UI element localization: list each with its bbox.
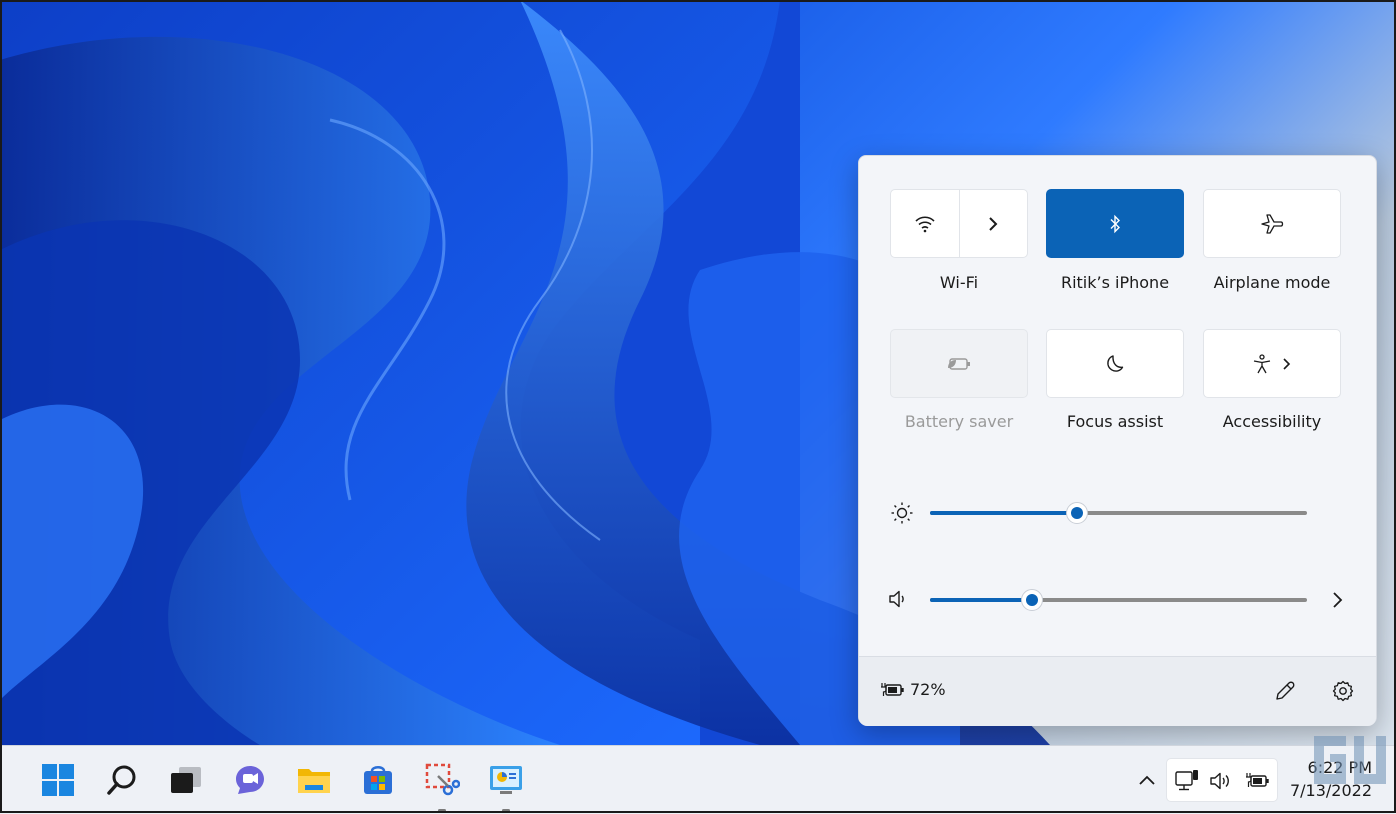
chevron-right-icon — [989, 216, 998, 231]
focus-assist-tile[interactable] — [1046, 329, 1184, 398]
wifi-icon — [915, 215, 935, 232]
search-button[interactable] — [102, 760, 142, 800]
battery-saver-tile[interactable] — [890, 329, 1028, 398]
snipping-tool-button[interactable] — [422, 760, 462, 812]
volume-slider-fill — [930, 598, 1032, 602]
moon-icon — [1107, 354, 1124, 372]
teams-chat-icon — [236, 766, 264, 794]
store-icon — [364, 766, 392, 794]
control-panel-button[interactable] — [486, 760, 526, 812]
tray-quick-settings-button[interactable] — [1166, 758, 1278, 802]
accessibility-icon — [1253, 353, 1271, 373]
brightness-icon — [891, 502, 913, 524]
accessibility-label: Accessibility — [1222, 412, 1322, 431]
wifi-tile[interactable] — [890, 189, 1028, 258]
chat-button[interactable] — [230, 760, 270, 800]
task-view-icon — [171, 767, 201, 793]
snipping-tool-icon — [425, 763, 460, 796]
store-button[interactable] — [358, 760, 398, 800]
volume-slider-thumb[interactable] — [1021, 589, 1043, 611]
task-view-button[interactable] — [166, 760, 206, 800]
taskbar: 6:22 PM 7/13/2022 — [0, 745, 1396, 814]
file-explorer-icon — [298, 769, 330, 793]
wifi-label: Wi-Fi — [939, 273, 979, 292]
chevron-right-icon — [1283, 357, 1291, 370]
running-indicator — [438, 809, 446, 812]
quick-settings-panel: Wi-Fi Ritik’s iPhone Airplane mode Batte… — [858, 155, 1377, 726]
speaker-icon — [1210, 772, 1229, 790]
file-explorer-button[interactable] — [294, 760, 334, 800]
brightness-slider-thumb[interactable] — [1066, 502, 1088, 524]
bluetooth-tile[interactable] — [1046, 189, 1184, 258]
airplane-mode-tile[interactable] — [1203, 189, 1341, 258]
bluetooth-label: Ritik’s iPhone — [1060, 273, 1170, 292]
start-icon — [42, 764, 74, 796]
brightness-slider-fill — [930, 511, 1077, 515]
wifi-toggle[interactable] — [891, 190, 959, 257]
focus-assist-label: Focus assist — [1066, 412, 1164, 431]
battery-saver-label: Battery saver — [904, 412, 1014, 431]
settings-icon[interactable] — [1331, 679, 1355, 703]
airplane-mode-label: Airplane mode — [1213, 273, 1331, 292]
chevron-up-icon[interactable] — [1137, 773, 1157, 787]
quick-settings-footer: 72% — [859, 656, 1376, 726]
battery-charging-icon — [1246, 773, 1269, 787]
accessibility-tile[interactable] — [1203, 329, 1341, 398]
network-icon — [1175, 770, 1198, 791]
battery-status[interactable]: 72% — [880, 680, 946, 699]
running-indicator — [502, 809, 510, 812]
audio-output-expand-button[interactable] — [1330, 590, 1344, 610]
start-button[interactable] — [38, 760, 78, 800]
watermark-logo — [1314, 736, 1386, 784]
battery-saver-icon — [948, 357, 970, 370]
volume-slider[interactable] — [930, 589, 1307, 611]
airplane-icon — [1261, 213, 1284, 234]
search-icon — [107, 765, 136, 795]
speaker-icon[interactable] — [887, 588, 909, 610]
control-panel-icon — [490, 766, 522, 794]
battery-charging-icon — [881, 682, 904, 696]
edit-icon[interactable] — [1273, 679, 1297, 703]
wifi-expand-button[interactable] — [960, 190, 1028, 257]
battery-percent: 72% — [910, 680, 946, 699]
bluetooth-icon — [1110, 214, 1120, 233]
brightness-slider[interactable] — [930, 502, 1307, 524]
